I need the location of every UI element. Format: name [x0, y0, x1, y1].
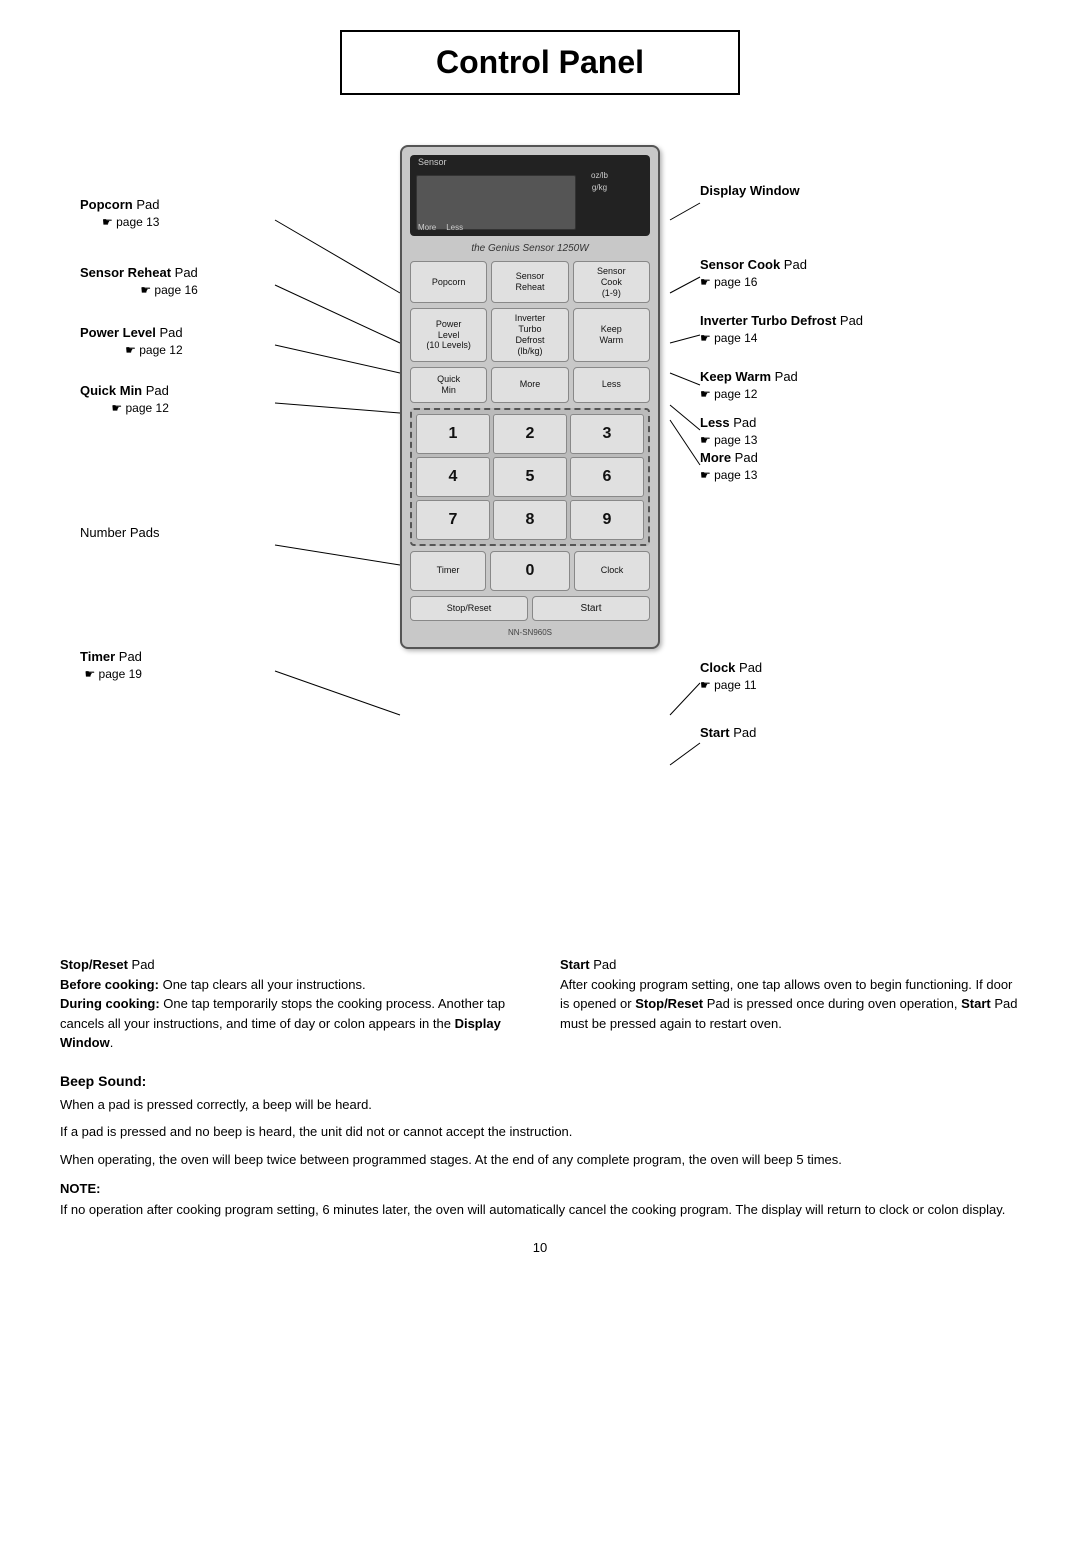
start-button[interactable]: Start	[532, 596, 650, 621]
num-6-button[interactable]: 6	[570, 457, 644, 497]
annotation-inverter-turbo-defrost: Inverter Turbo Defrost Pad ☛ page 14	[700, 313, 863, 347]
num-3-button[interactable]: 3	[570, 414, 644, 454]
beep-title: Beep Sound:	[60, 1073, 1020, 1089]
display-units: oz/lb g/kg	[591, 161, 608, 192]
stop-reset-button[interactable]: Stop/Reset	[410, 596, 528, 621]
timer-clock-row: Timer 0 Clock	[410, 551, 650, 591]
popcorn-button[interactable]: Popcorn	[410, 261, 487, 303]
page-title: Control Panel	[340, 30, 740, 95]
stop-reset-label: Stop/Reset	[60, 957, 128, 972]
numpad-area: 1 2 3 4 5 6 7 8 9	[410, 408, 650, 546]
more-button[interactable]: More	[491, 367, 568, 403]
start-description: Start Pad After cooking program setting,…	[560, 955, 1020, 1053]
num-1-button[interactable]: 1	[416, 414, 490, 454]
note-section: NOTE: If no operation after cooking prog…	[60, 1181, 1020, 1220]
stop-start-row: Stop/Reset Start	[410, 596, 650, 621]
model-label: NN-SN960S	[410, 626, 650, 639]
note-title: NOTE:	[60, 1181, 1020, 1196]
annotation-number-pads: Number Pads	[80, 525, 159, 542]
sensor-cook-button[interactable]: Sensor Cook (1-9)	[573, 261, 650, 303]
sensor-reheat-button[interactable]: Sensor Reheat	[491, 261, 568, 303]
timer-button[interactable]: Timer	[410, 551, 486, 591]
display-more-less: More Less	[418, 223, 463, 232]
before-cooking-text: One tap clears all your instructions.	[163, 977, 366, 992]
annotation-quick-min: Quick Min Pad ☛ page 12	[80, 383, 169, 417]
sensor-label: Sensor	[418, 157, 447, 167]
annotation-start-pad: Start Pad	[700, 725, 756, 742]
beep-line-1: When a pad is pressed correctly, a beep …	[60, 1095, 1020, 1115]
quick-min-button[interactable]: Quick Min	[410, 367, 487, 403]
page-number: 10	[60, 1240, 1020, 1255]
less-button[interactable]: Less	[573, 367, 650, 403]
annotation-more: More Pad ☛ page 13	[700, 450, 758, 484]
beep-line-3: When operating, the oven will beep twice…	[60, 1150, 1020, 1170]
button-row-3: Quick Min More Less	[410, 367, 650, 403]
num-4-button[interactable]: 4	[416, 457, 490, 497]
button-row-1: Popcorn Sensor Reheat Sensor Cook (1-9)	[410, 261, 650, 303]
beep-sound-section: Beep Sound: When a pad is pressed correc…	[60, 1073, 1020, 1170]
num-2-button[interactable]: 2	[493, 414, 567, 454]
annotation-sensor-reheat: Sensor Reheat Pad ☛ page 16	[80, 265, 198, 299]
brand-label: the Genius Sensor 1250W	[410, 241, 650, 256]
microwave-panel: Sensor More Less oz/lb g/kg the Genius S…	[400, 145, 660, 649]
num-7-button[interactable]: 7	[416, 500, 490, 540]
clock-button[interactable]: Clock	[574, 551, 650, 591]
stop-start-desc-container: Stop/Reset Pad Before cooking: One tap c…	[60, 955, 1020, 1053]
button-row-2: Power Level (10 Levels) Inverter Turbo D…	[410, 308, 650, 361]
annotation-sensor-cook: Sensor Cook Pad ☛ page 16	[700, 257, 807, 291]
start-ref: Start	[961, 996, 991, 1011]
num-9-button[interactable]: 9	[570, 500, 644, 540]
keep-warm-button[interactable]: Keep Warm	[573, 308, 650, 361]
display-section: Sensor More Less oz/lb g/kg	[410, 155, 650, 236]
num-5-button[interactable]: 5	[493, 457, 567, 497]
inverter-turbo-defrost-button[interactable]: Inverter Turbo Defrost (lb/kg)	[491, 308, 568, 361]
display-screen	[416, 175, 576, 230]
stop-reset-ref: Stop/Reset	[635, 996, 703, 1011]
note-text: If no operation after cooking program se…	[60, 1200, 1020, 1220]
beep-line-2: If a pad is pressed and no beep is heard…	[60, 1122, 1020, 1142]
start-middle: Pad is pressed once during oven operatio…	[707, 996, 958, 1011]
zero-button[interactable]: 0	[490, 551, 570, 591]
power-level-button[interactable]: Power Level (10 Levels)	[410, 308, 487, 361]
annotation-clock: Clock Pad ☛ page 11	[700, 660, 762, 694]
annotation-timer: Timer Pad ☛ page 19	[80, 649, 142, 683]
annotation-keep-warm: Keep Warm Pad ☛ page 12	[700, 369, 798, 403]
stop-reset-description: Stop/Reset Pad Before cooking: One tap c…	[60, 955, 520, 1053]
start-label: Start	[560, 957, 590, 972]
during-cooking-intro: During cooking:	[60, 996, 160, 1011]
before-cooking-intro: Before cooking:	[60, 977, 159, 992]
annotation-popcorn: Popcorn Pad ☛ page 13	[80, 197, 159, 231]
annotation-less: Less Pad ☛ page 13	[700, 415, 757, 449]
annotation-display-window: Display Window	[700, 183, 800, 200]
stop-start-descriptions: Stop/Reset Pad Before cooking: One tap c…	[60, 955, 1020, 1053]
diagram-section: Popcorn Pad ☛ page 13 Sensor Reheat Pad …	[60, 125, 1020, 945]
annotation-power-level: Power Level Pad ☛ page 12	[80, 325, 183, 359]
num-8-button[interactable]: 8	[493, 500, 567, 540]
numpad-grid: 1 2 3 4 5 6 7 8 9	[416, 414, 644, 540]
